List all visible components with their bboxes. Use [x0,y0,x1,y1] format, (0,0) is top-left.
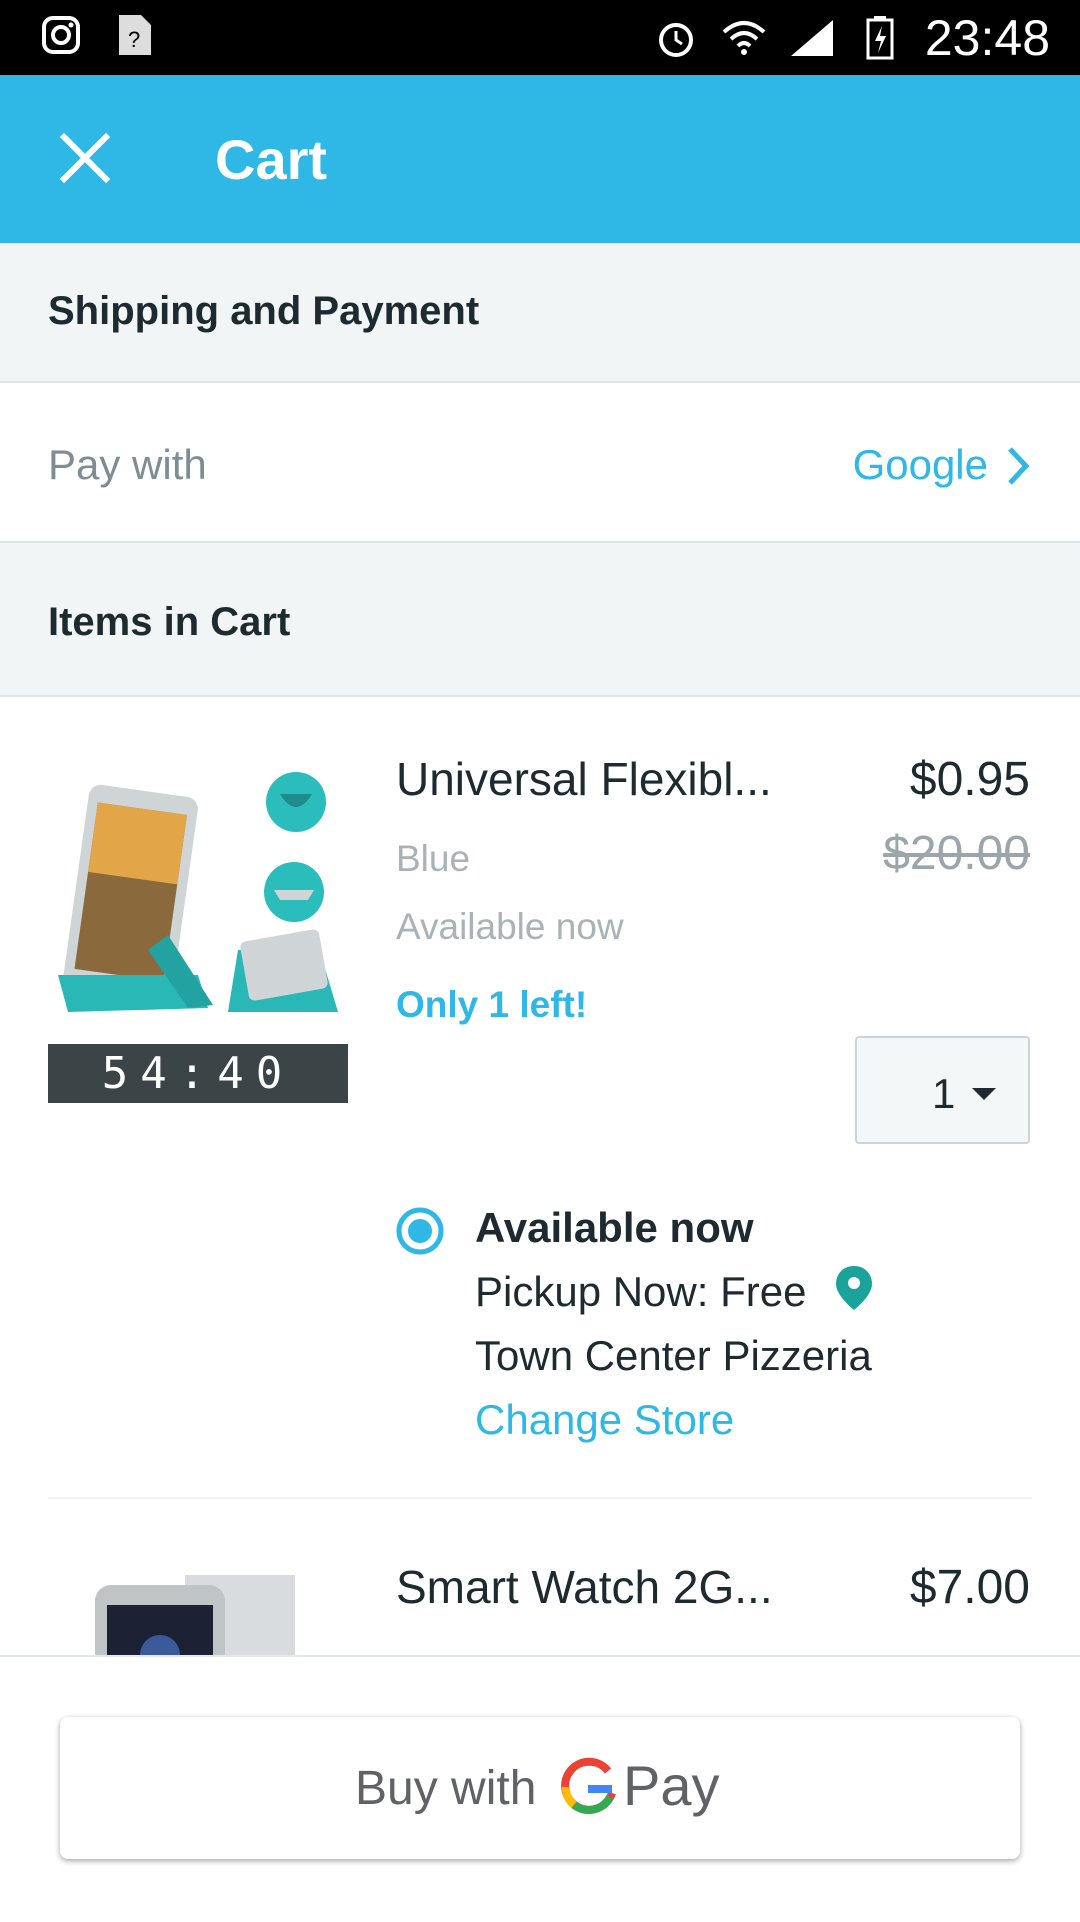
alarm-icon [653,15,699,61]
product-image-phone-stand[interactable] [48,750,348,1045]
product-image-smart-watch[interactable] [85,1565,305,1655]
close-icon [59,132,111,184]
pickup-store-name: Town Center Pizzeria [475,1332,872,1379]
product-price: $0.95 [909,753,1030,806]
signal-icon [789,15,835,61]
buy-with-label: Buy with [355,1762,537,1815]
close-button[interactable] [50,123,120,193]
unknown-file-icon: ? [112,12,158,58]
pickup-availability-title: Available now [475,1204,754,1251]
change-store-link[interactable]: Change Store [475,1396,734,1444]
product-variant: Blue [396,838,471,879]
product-availability: Available now [396,906,624,947]
product-name[interactable]: Universal Flexibl... [396,752,772,806]
pickup-cost-text: Pickup Now: Free [475,1268,807,1315]
pay-with-label: Pay with [48,441,207,488]
quantity-value: 1 [932,1070,956,1117]
page-title: Cart [215,128,328,191]
app-bar: Cart [0,75,1080,243]
chevron-right-icon [1008,447,1030,485]
google-g-icon [561,1757,616,1814]
buy-with-google-pay-button[interactable]: Buy with Pay [60,1717,1020,1859]
location-pin-icon [836,1266,872,1310]
wifi-icon [721,15,767,61]
product-original-price: $20.00 [883,827,1030,880]
items-in-cart-title: Items in Cart [48,600,291,644]
pickup-radio-button[interactable] [395,1206,445,1256]
status-bar: ? 23:48 [0,0,1080,75]
countdown-timer: 54:40 [48,1044,348,1103]
pay-label: Pay [623,1754,720,1817]
product-price: $7.00 [909,1561,1030,1614]
quantity-dropdown[interactable]: 1 [855,1036,1030,1144]
product-name[interactable]: Smart Watch 2G... [396,1560,773,1614]
items-in-cart-header: Items in Cart [0,543,1080,697]
status-time: 23:48 [924,10,1050,66]
battery-icon [857,15,903,61]
checkout-bar: Buy with Pay [0,1655,1080,1922]
stock-warning: Only 1 left! [396,984,588,1025]
svg-text:?: ? [128,27,140,52]
caret-down-icon [972,1088,996,1100]
pay-with-value: Google [852,441,988,488]
instagram-icon [38,12,84,58]
shipping-payment-header: Shipping and Payment [0,243,1080,383]
item-divider [48,1497,1032,1499]
pay-with-row[interactable]: Pay with Google [0,383,1080,543]
shipping-payment-title: Shipping and Payment [48,289,480,333]
